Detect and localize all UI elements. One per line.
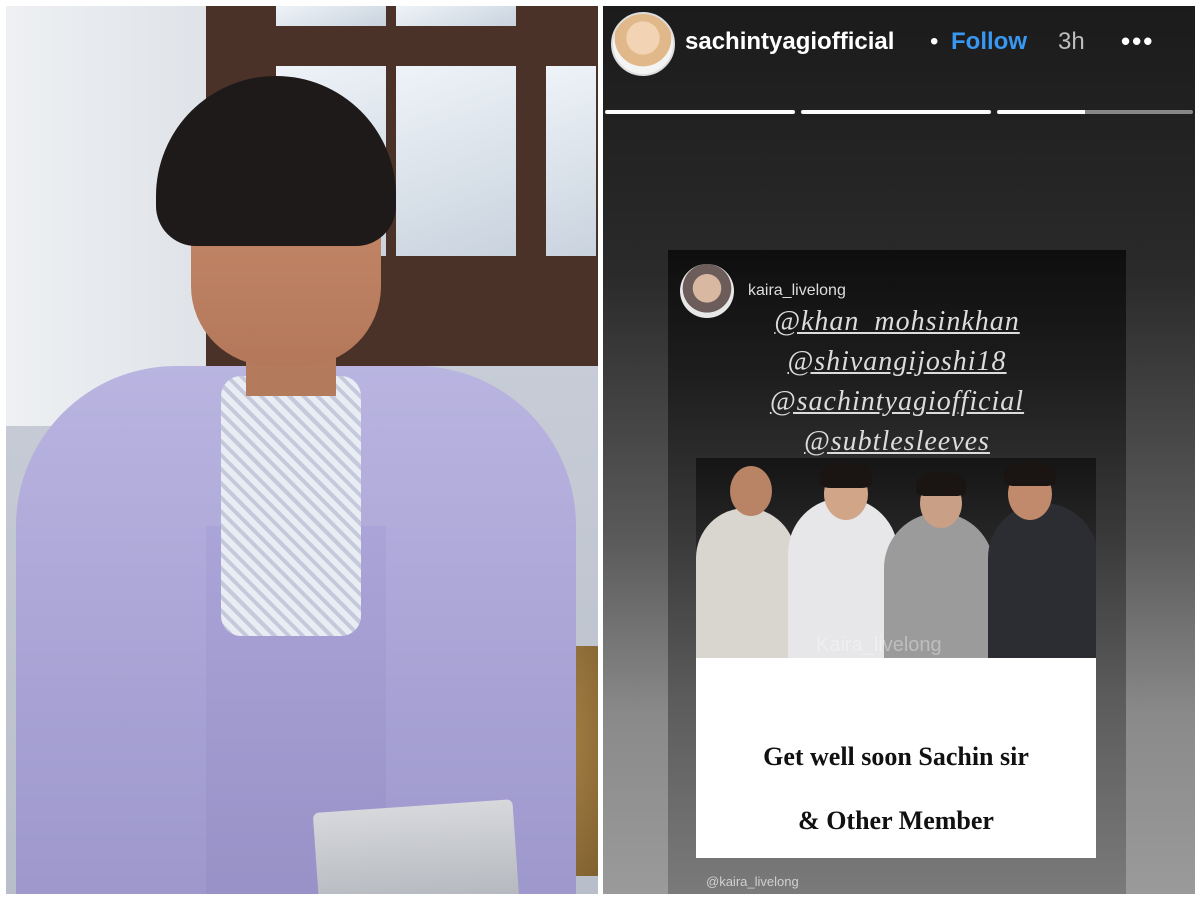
mention-link[interactable]: @subtlesleeves <box>668 422 1126 462</box>
person-figure <box>988 503 1096 658</box>
printed-shirt <box>221 376 361 636</box>
person-hair <box>916 472 966 496</box>
story-header: sachintyagiofficial • Follow 3h ••• <box>603 6 1195 86</box>
actor-photo <box>6 6 598 894</box>
more-options-icon[interactable]: ••• <box>1121 26 1154 57</box>
follow-button[interactable]: Follow <box>951 28 1027 56</box>
story-timestamp: 3h <box>1058 28 1085 55</box>
story-username[interactable]: sachintyagiofficial <box>685 28 894 56</box>
person-head <box>730 466 772 516</box>
person-hair <box>1004 462 1056 486</box>
mention-list: @khan_mohsinkhan @shivangijoshi18 @sachi… <box>668 302 1126 462</box>
laptop <box>312 799 520 894</box>
profile-avatar[interactable] <box>611 12 675 76</box>
group-photo: Kaira_livelong <box>696 458 1096 658</box>
mention-link[interactable]: @shivangijoshi18 <box>668 342 1126 382</box>
post-username[interactable]: kaira_livelong <box>748 282 846 300</box>
caption-card: Get well soon Sachin sir & Other Member <box>696 658 1096 858</box>
shared-post[interactable]: kaira_livelong @khan_mohsinkhan @shivang… <box>668 250 1126 894</box>
story-progress-1 <box>605 110 795 114</box>
person-hair <box>820 462 872 488</box>
mention-link[interactable]: @sachintyagiofficial <box>668 382 1126 422</box>
person-figure <box>696 508 796 658</box>
caption-line-1: Get well soon Sachin sir <box>763 742 1029 771</box>
post-credit[interactable]: @kaira_livelong <box>706 874 799 889</box>
story-progress-2 <box>801 110 991 114</box>
photo-watermark: Kaira_livelong <box>816 634 942 656</box>
mention-link[interactable]: @khan_mohsinkhan <box>668 302 1126 342</box>
instagram-story[interactable]: sachintyagiofficial • Follow 3h ••• kair… <box>603 6 1195 894</box>
separator-dot: • <box>930 28 939 55</box>
caption-line-2: & Other Member <box>798 806 994 835</box>
story-progress-3 <box>997 110 1193 114</box>
